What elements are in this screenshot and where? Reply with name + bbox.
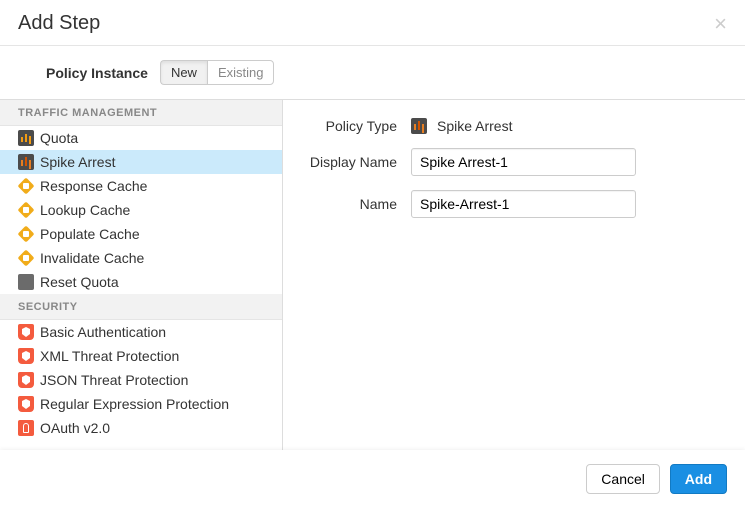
policy-item-regex[interactable]: Regular Expression Protection	[0, 392, 282, 416]
policy-item-quota[interactable]: Quota	[0, 126, 282, 150]
modal-footer: Cancel Add	[0, 450, 745, 508]
policy-item-populate-cache[interactable]: Populate Cache	[0, 222, 282, 246]
cache-icon	[18, 178, 35, 195]
close-icon[interactable]: ×	[714, 13, 727, 35]
value-policy-type: Spike Arrest	[411, 118, 512, 134]
policy-item-response-cache[interactable]: Response Cache	[0, 174, 282, 198]
category-header-security: SECURITY	[0, 294, 282, 320]
policy-list-traffic: Quota Spike Arrest Response Cache Lookup…	[0, 126, 282, 294]
security-icon	[18, 324, 34, 340]
policy-label: Regular Expression Protection	[40, 396, 229, 412]
policy-instance-row: Policy Instance New Existing	[0, 46, 745, 99]
policy-label: JSON Threat Protection	[40, 372, 188, 388]
spike-arrest-icon	[411, 118, 427, 134]
policy-label: OAuth v2.0	[40, 420, 110, 436]
display-name-input[interactable]	[411, 148, 636, 176]
instance-existing-button[interactable]: Existing	[207, 60, 275, 85]
policy-label: Quota	[40, 130, 78, 146]
policy-list-security: Basic Authentication XML Threat Protecti…	[0, 320, 282, 440]
security-icon	[18, 372, 34, 388]
cache-icon	[18, 226, 35, 243]
label-policy-type: Policy Type	[303, 118, 411, 134]
policy-label: Basic Authentication	[40, 324, 166, 340]
instance-toggle: New Existing	[160, 60, 275, 85]
quota-icon	[18, 130, 34, 146]
policy-label: Reset Quota	[40, 274, 119, 290]
policy-label: Lookup Cache	[40, 202, 130, 218]
policy-item-spike-arrest[interactable]: Spike Arrest	[0, 150, 282, 174]
instance-new-button[interactable]: New	[160, 60, 207, 85]
policy-instance-label: Policy Instance	[46, 65, 148, 81]
policy-sidebar[interactable]: TRAFFIC MANAGEMENT Quota Spike Arrest Re…	[0, 100, 283, 453]
policy-label: Spike Arrest	[40, 154, 115, 170]
policy-item-lookup-cache[interactable]: Lookup Cache	[0, 198, 282, 222]
security-icon	[18, 348, 34, 364]
policy-item-reset-quota[interactable]: Reset Quota	[0, 270, 282, 294]
policy-item-json-threat[interactable]: JSON Threat Protection	[0, 368, 282, 392]
name-input[interactable]	[411, 190, 636, 218]
policy-type-text: Spike Arrest	[437, 118, 512, 134]
policy-item-basic-auth[interactable]: Basic Authentication	[0, 320, 282, 344]
spike-arrest-icon	[18, 154, 34, 170]
reset-quota-icon	[18, 274, 34, 290]
category-header-traffic: TRAFFIC MANAGEMENT	[0, 100, 282, 126]
policy-label: Invalidate Cache	[40, 250, 144, 266]
security-icon	[18, 396, 34, 412]
form-panel: Policy Type Spike Arrest Display Name Na…	[283, 100, 745, 453]
policy-item-invalidate-cache[interactable]: Invalidate Cache	[0, 246, 282, 270]
modal-header: Add Step ×	[0, 0, 745, 46]
content-area: TRAFFIC MANAGEMENT Quota Spike Arrest Re…	[0, 99, 745, 454]
row-policy-type: Policy Type Spike Arrest	[303, 118, 725, 134]
row-name: Name	[303, 190, 725, 218]
policy-item-xml-threat[interactable]: XML Threat Protection	[0, 344, 282, 368]
add-button[interactable]: Add	[670, 464, 727, 494]
policy-label: Response Cache	[40, 178, 147, 194]
row-display-name: Display Name	[303, 148, 725, 176]
cancel-button[interactable]: Cancel	[586, 464, 660, 494]
policy-item-oauth[interactable]: OAuth v2.0	[0, 416, 282, 440]
label-name: Name	[303, 196, 411, 212]
policy-label: Populate Cache	[40, 226, 140, 242]
label-display-name: Display Name	[303, 154, 411, 170]
policy-label: XML Threat Protection	[40, 348, 179, 364]
modal-title: Add Step	[18, 12, 100, 35]
cache-icon	[18, 250, 35, 267]
cache-icon	[18, 202, 35, 219]
oauth-icon	[18, 420, 34, 436]
